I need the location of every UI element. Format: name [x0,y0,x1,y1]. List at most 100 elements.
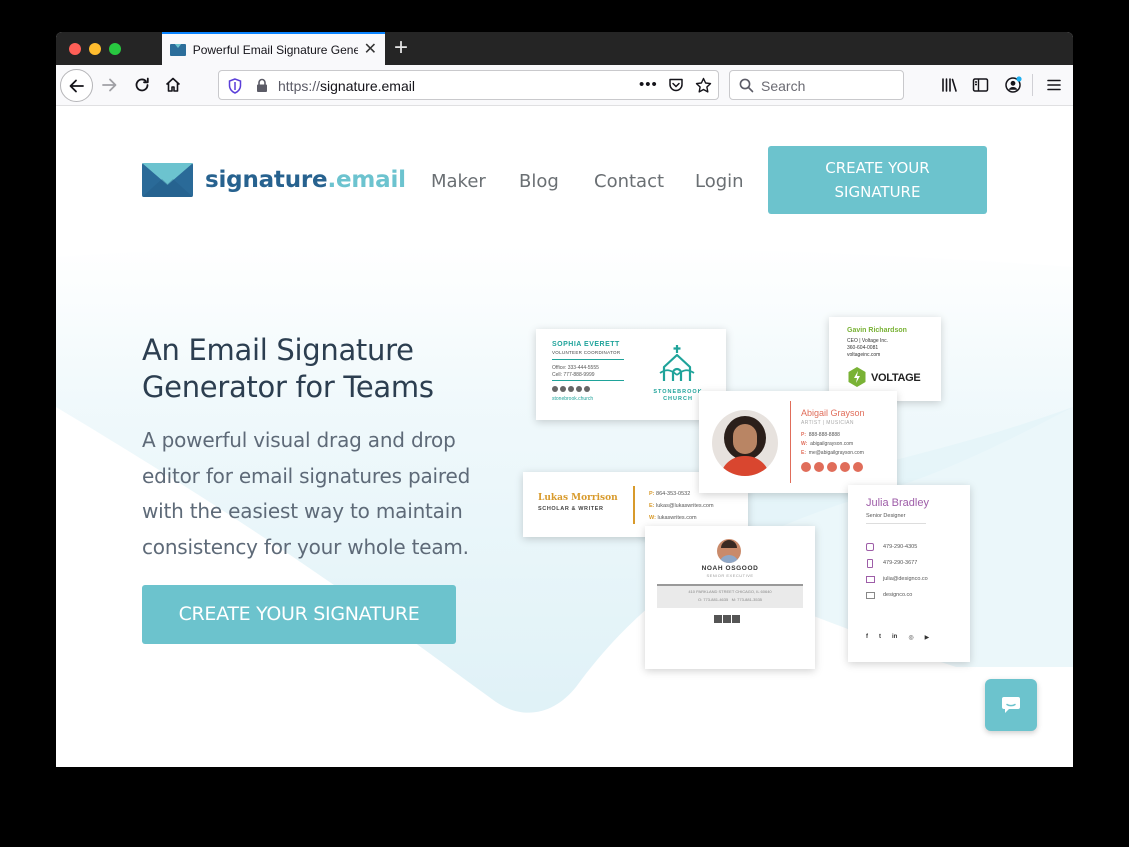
signature-card-noah: NOAH OSGOOD SENIOR EXECUTIVE 410 PARKLAN… [645,526,815,669]
envelope-logo-icon [142,163,193,197]
signature-card-sophia: SOPHIA EVERETT VOLUNTEER COORDINATOR Off… [536,329,726,420]
back-button[interactable] [60,69,93,102]
julia-mobile: 479-290-3677 [883,560,918,566]
email-icon [866,575,875,583]
facebook-icon[interactable] [801,462,811,472]
voltage-logo-icon [848,367,866,387]
lukas-site[interactable]: lukaswrites.com [657,515,696,521]
nav-link-contact[interactable]: Contact [594,171,664,192]
instagram-icon[interactable] [840,462,850,472]
julia-name: Julia Bradley [866,497,929,509]
bookmark-star-icon[interactable] [695,77,712,94]
nav-link-login[interactable]: Login [695,171,744,192]
tab-title: Powerful Email Signature Generator for T… [192,42,358,57]
phone-icon [866,543,874,551]
twitter-icon[interactable] [723,615,731,623]
create-signature-hero-button[interactable]: CREATE YOUR SIGNATURE [142,585,456,644]
facebook-icon[interactable] [714,615,722,623]
lock-icon[interactable] [256,78,268,93]
browser-window: Powerful Email Signature Generator for T… [56,32,1073,767]
divider [552,380,624,381]
phone-label: P: [649,491,655,497]
youtube-icon[interactable]: ▶ [925,634,930,641]
divider [552,359,624,360]
reload-button[interactable] [131,74,153,96]
sophia-site[interactable]: stonebrook.church [552,396,593,402]
hero-title: An Email Signature Generator for Teams [142,332,502,406]
facebook-icon[interactable]: f [866,634,868,641]
web-label: W: [801,441,808,447]
noah-avatar [717,539,741,563]
tracking-shield-icon[interactable] [228,78,242,94]
arrow-left-icon [69,79,84,92]
lukas-role: SCHOLAR & WRITER [538,506,604,512]
zoom-window-button[interactable] [109,43,121,55]
search-bar[interactable]: Search [729,70,904,100]
twitter-icon[interactable] [560,386,566,392]
close-window-button[interactable] [69,43,81,55]
linkedin-icon[interactable] [827,462,837,472]
signature-card-gavin: Gavin Richardson CEO | Voltage Inc. 360-… [829,317,941,401]
url-bar[interactable]: https://signature.email ••• [218,70,719,100]
web-page: signature.email Maker Blog Contact Login… [56,107,1073,767]
facebook-icon[interactable] [552,386,558,392]
logo-wordmark: signature.email [205,167,406,193]
noah-name: NOAH OSGOOD [701,565,759,572]
new-tab-button[interactable]: + [394,35,408,61]
nav-link-blog[interactable]: Blog [519,171,559,192]
page-actions-icon[interactable]: ••• [639,76,658,93]
nav-link-maker[interactable]: Maker [431,171,486,192]
divider [790,401,791,483]
library-icon[interactable] [941,77,958,93]
hero-title-line-1: An Email Signature [142,333,414,367]
home-button[interactable] [162,74,184,96]
chat-widget-button[interactable] [985,679,1037,731]
lukas-email[interactable]: lukas@lukaswrites.com [656,503,714,509]
noah-mobile-phone: M: 773-881-3535 [731,597,763,602]
lukas-name: Lukas Morrison [538,493,618,503]
search-placeholder: Search [761,78,806,94]
twitter-icon[interactable]: t [879,634,881,641]
linkedin-icon[interactable]: in [892,634,897,641]
church-logo-icon [659,345,695,381]
julia-site[interactable]: designco.co [883,591,912,599]
youtube-icon[interactable] [576,386,582,392]
voltage-brand: VOLTAGE [871,372,921,384]
pocket-icon[interactable] [668,77,684,93]
minimize-window-button[interactable] [89,43,101,55]
forward-button[interactable] [98,74,120,96]
gavin-site[interactable]: voltageinc.com [847,351,880,359]
hamburger-menu-icon[interactable] [1047,78,1061,92]
hero-subtitle-line: editor for email signatures paired [142,463,471,488]
hero-subtitle-line: consistency for your whole team. [142,534,469,559]
tab-active[interactable]: Powerful Email Signature Generator for T… [162,32,385,65]
nav-toolbar: https://signature.email ••• Search [56,65,1073,106]
abigail-contact: P: 888-888-8888 W: abigailgrayson.com E:… [801,431,864,458]
tab-close-icon[interactable]: ✕ [364,41,377,58]
linkedin-icon[interactable] [732,615,740,623]
noah-address: 410 PARKLAND STREET CHICAGO, IL 60640 [688,589,772,594]
email-label: E: [801,450,806,456]
tab-strip: Powerful Email Signature Generator for T… [56,32,1073,65]
signature-card-abigail: Abigail Grayson ARTIST | MUSICIAN P: 888… [699,391,897,493]
site-logo[interactable]: signature.email [142,163,406,197]
dribbble-icon[interactable] [853,462,863,472]
twitter-icon[interactable] [814,462,824,472]
hero-title-line-2: Generator for Teams [142,370,434,404]
linkedin-icon[interactable] [584,386,590,392]
noah-office-phone: O: 773-881-4635 [697,597,729,602]
mobile-icon [867,558,873,568]
abigail-email[interactable]: me@abigailgrayson.com [809,450,864,456]
hero-subtitle: A powerful visual drag and drop editor f… [142,423,492,565]
email-label: E: [649,503,655,509]
account-icon[interactable] [1004,76,1022,94]
sidebar-icon[interactable] [972,77,989,93]
abigail-site[interactable]: abigailgrayson.com [810,441,853,447]
instagram-icon[interactable] [568,386,574,392]
julia-email[interactable]: julia@designco.co [883,575,928,583]
sophia-cell: Cell: 777-888-9999 [552,372,595,378]
gavin-name: Gavin Richardson [847,327,907,334]
home-icon [165,77,181,92]
instagram-icon[interactable]: ◎ [908,634,913,641]
create-signature-header-button[interactable]: CREATE YOUR SIGNATURE [768,146,987,214]
